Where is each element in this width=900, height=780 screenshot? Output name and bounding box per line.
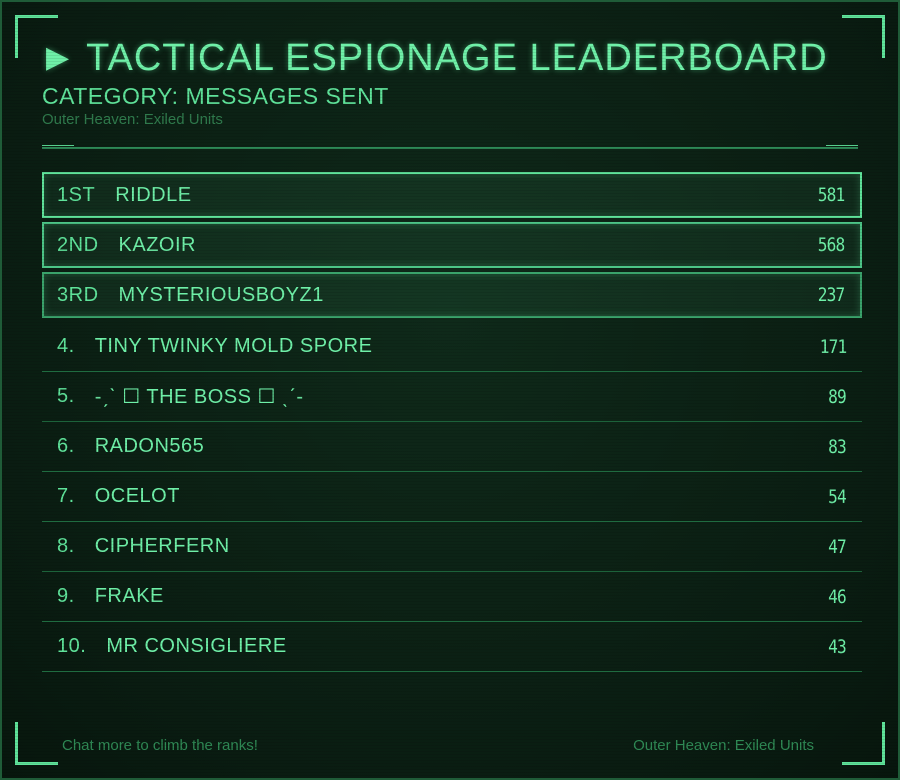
- leaderboard-row-9: 9. FRAKE 46: [42, 572, 862, 622]
- leaderboard-list: 1ST RIDDLE 581 2ND KAZOIR 568 3RD MYSTER…: [42, 172, 862, 672]
- leaderboard-row-4: 4. TINY TWINKY MOLD SPORE 171: [42, 322, 862, 372]
- message-count: 568: [817, 234, 844, 256]
- message-count: 237: [817, 284, 844, 306]
- leaderboard-row-8: 8. CIPHERFERN 47: [42, 522, 862, 572]
- rank-label: 9.: [57, 585, 75, 607]
- message-count: 83: [828, 435, 847, 458]
- header-divider: [42, 145, 858, 149]
- rank-label: 4.: [57, 335, 75, 357]
- leaderboard-panel: ▶ TACTICAL ESPIONAGE LEADERBOARD CATEGOR…: [0, 0, 900, 780]
- message-count: 89: [828, 385, 847, 408]
- player-name: MR CONSIGLIERE: [106, 635, 287, 657]
- player-name: RADON565: [94, 435, 205, 457]
- message-count: 46: [828, 585, 847, 608]
- player-name: TINY TWINKY MOLD SPORE: [94, 335, 373, 357]
- corner-bracket-bottom-right: [842, 722, 885, 765]
- message-count: 54: [828, 485, 847, 508]
- rank-label: 5.: [57, 385, 75, 407]
- header: ▶ TACTICAL ESPIONAGE LEADERBOARD CATEGOR…: [42, 36, 858, 130]
- title-text: TACTICAL ESPIONAGE LEADERBOARD: [86, 37, 828, 79]
- rank-label: 2ND: [57, 233, 99, 256]
- corner-bracket-bottom-left: [15, 722, 58, 765]
- message-count: 581: [817, 184, 844, 206]
- player-name: OCELOT: [94, 485, 180, 507]
- player-name: MYSTERIOUSBOYZ1: [118, 283, 324, 306]
- player-name: KAZOIR: [118, 233, 196, 256]
- leaderboard-row-5: 5. -ˏˋ ☐ THE BOSS ☐ ˎˊ- 89: [42, 372, 862, 422]
- rank-label: 3RD: [57, 283, 99, 306]
- rank-label: 10.: [57, 635, 87, 657]
- play-arrow-icon: ▶: [46, 41, 71, 74]
- message-count: 43: [828, 635, 847, 658]
- leaderboard-row-7: 7. OCELOT 54: [42, 472, 862, 522]
- player-name: CIPHERFERN: [94, 535, 230, 557]
- page-title: ▶ TACTICAL ESPIONAGE LEADERBOARD: [42, 36, 858, 80]
- rank-label: 7.: [57, 485, 75, 507]
- footer-hint: Chat more to climb the ranks!: [62, 737, 258, 754]
- player-name: RIDDLE: [115, 183, 192, 206]
- category-label: CATEGORY: MESSAGES SENT: [42, 83, 389, 109]
- leaderboard-row-3: 3RD MYSTERIOUSBOYZ1 237: [42, 272, 862, 318]
- rank-label: 1ST: [57, 183, 96, 206]
- player-name: FRAKE: [94, 585, 164, 607]
- leaderboard-row-6: 6. RADON565 83: [42, 422, 862, 472]
- leaderboard-row-1: 1ST RIDDLE 581: [42, 172, 862, 218]
- leaderboard-row-10: 10. MR CONSIGLIERE 43: [42, 622, 862, 672]
- leaderboard-row-2: 2ND KAZOIR 568: [42, 222, 862, 268]
- message-count: 171: [819, 335, 846, 358]
- rank-label: 6.: [57, 435, 75, 457]
- player-name: -ˏˋ ☐ THE BOSS ☐ ˎˊ-: [94, 386, 304, 408]
- message-count: 47: [828, 535, 847, 558]
- server-subtitle: Outer Heaven: Exiled Units: [42, 111, 223, 128]
- rank-label: 8.: [57, 535, 75, 557]
- footer-server-name: Outer Heaven: Exiled Units: [633, 737, 814, 754]
